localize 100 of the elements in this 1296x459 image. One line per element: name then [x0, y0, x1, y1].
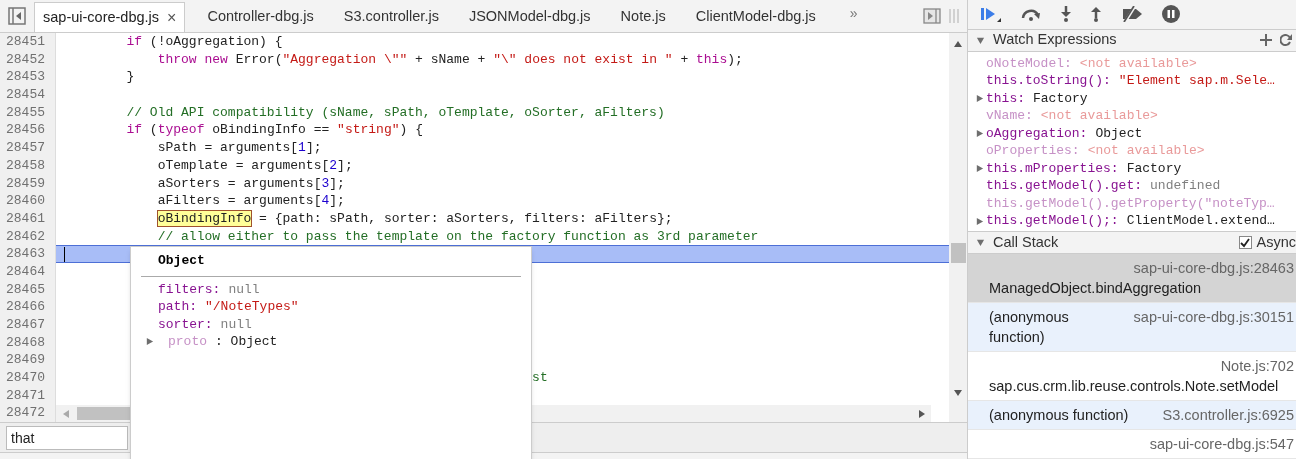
code-token: // allow either to pass the template on the factory function as 3rd parameter: [157, 228, 759, 244]
code-token: if: [126, 122, 143, 138]
code-token: "string": [337, 122, 400, 138]
watch-expression: oProperties:: [986, 142, 1080, 160]
code-token: aSorters = arguments[: [157, 175, 322, 191]
deactivate-breakpoints-icon[interactable]: [1120, 6, 1144, 23]
file-tab[interactable]: ClientModel-dbg.js: [687, 2, 824, 32]
scrollbar-thumb[interactable]: [950, 243, 966, 263]
expand-triangle-icon[interactable]: [975, 94, 984, 104]
property-value: null: [228, 280, 260, 298]
tab-overflow-button[interactable]: »: [849, 3, 858, 24]
code-token: "\" does not exist in ": [493, 51, 673, 67]
line-number: 28453: [5, 68, 46, 87]
call-frame[interactable]: (anonymous function) sap-ui-core-dbg.js:30151: [968, 303, 1296, 352]
step-over-icon[interactable]: [1020, 7, 1042, 22]
line-number: 28451: [5, 33, 46, 51]
refresh-icon[interactable]: [1280, 34, 1292, 47]
vertical-scrollbar[interactable]: [949, 33, 967, 422]
scroll-up-icon[interactable]: [954, 41, 962, 47]
code-token: sPath = arguments[: [157, 140, 299, 156]
call-frame[interactable]: sap-ui-core-dbg.js:28463 ManagedObject.bindAggregation: [968, 254, 1296, 303]
line-number: 28461: [5, 209, 46, 228]
line-number: 28470: [5, 369, 46, 387]
code-token: 1: [298, 140, 306, 156]
section-header[interactable]: Call Stack Async: [968, 232, 1296, 254]
resume-icon[interactable]: [980, 5, 1002, 24]
expand-triangle-icon[interactable]: [145, 337, 154, 347]
function-name: ManagedObject.bindAggregation: [989, 279, 1201, 298]
watch-expression: this.getModel();:: [986, 212, 1119, 230]
async-label: Async: [1256, 232, 1296, 252]
toggle-debugger-icon[interactable]: [923, 8, 941, 24]
function-name: (anonymous function): [989, 406, 1129, 425]
toggle-navigator-icon[interactable]: [8, 7, 26, 25]
code-token: 4: [321, 193, 330, 209]
watch-value: <not available>: [1079, 54, 1197, 73]
code-token: );: [727, 51, 743, 67]
code-token: aFilters = arguments[: [157, 193, 322, 209]
function-name: (anonymous function): [989, 308, 1070, 347]
expand-triangle-icon[interactable]: [975, 164, 984, 174]
property-name: filters:: [158, 280, 221, 298]
code-token: = {path: sPath, sorter: aSorters, filters: aFilters};: [259, 210, 673, 226]
line-number: 28455: [5, 103, 46, 122]
line-number: 28457: [5, 139, 46, 157]
file-tab[interactable]: JSONModel-dbg.js: [460, 2, 599, 32]
code-token: +: [680, 51, 690, 67]
line-number: 28462: [5, 227, 46, 246]
line-number: 28456: [5, 121, 46, 140]
call-frame[interactable]: (anonymous function) S3.controller.js:6925: [968, 401, 1296, 430]
watch-value: Factory: [1033, 89, 1088, 108]
step-out-icon[interactable]: [1090, 6, 1102, 23]
code-token: oBindingInfo ==: [212, 122, 331, 138]
function-name: sap.cus.crm.lib.reuse.controls.Note.setModel: [989, 377, 1279, 396]
line-number: 28452: [5, 50, 46, 69]
code-token: if: [126, 34, 143, 49]
expand-triangle-icon[interactable]: [975, 216, 984, 226]
code-token: oTemplate = arguments[: [157, 157, 330, 173]
code-token: ];: [337, 157, 353, 173]
line-number: 28465: [5, 280, 46, 299]
watch-expression: oAggregation:: [986, 124, 1088, 143]
code-token: oBindingInfo: [157, 210, 252, 226]
code-token: Error(: [235, 51, 283, 67]
close-tab-button[interactable]: ×: [167, 5, 177, 30]
code-token: "Aggregation \"": [282, 51, 408, 67]
async-checkbox[interactable]: [1238, 236, 1252, 249]
watch-value: "Element sap.m.Sele…: [1118, 72, 1275, 90]
code-token: st: [532, 370, 548, 386]
code-token: ];: [329, 193, 345, 209]
line-number: 28466: [5, 298, 46, 316]
code-token: }: [126, 69, 135, 85]
pause-icon[interactable]: [1162, 5, 1180, 24]
watch-value: <not available>: [1040, 107, 1158, 125]
property-value: : Object: [215, 333, 278, 351]
line-number: 28463: [5, 245, 46, 263]
line-number: 28460: [5, 192, 46, 210]
watch-expression: this.getModel().getProperty("noteTyp…: [986, 194, 1275, 213]
property-value: "/NoteTypes": [205, 298, 299, 316]
expand-triangle-icon[interactable]: [975, 129, 984, 139]
file-tab[interactable]: Note.js: [612, 2, 674, 32]
line-number: 28464: [5, 262, 46, 281]
scroll-down-icon[interactable]: [954, 390, 962, 396]
watch-expression: this.mProperties:: [986, 159, 1119, 178]
file-tab[interactable]: sap-ui-core-dbg.js ×: [34, 2, 186, 32]
search-field[interactable]: that: [6, 425, 128, 450]
code-token: (!oAggregation) {: [149, 34, 283, 49]
add-icon[interactable]: [1260, 34, 1272, 47]
line-number: 28467: [5, 316, 46, 334]
scroll-right-icon[interactable]: [919, 409, 925, 418]
code-token: 3: [321, 175, 330, 191]
watch-expression: this.getModel().get:: [986, 177, 1143, 195]
line-number: 28454: [5, 86, 46, 104]
section-header[interactable]: Watch Expressions: [968, 29, 1296, 52]
collapse-triangle-icon[interactable]: [976, 238, 985, 247]
source-location: sap-ui-core-dbg.js:547: [1149, 435, 1294, 454]
code-token: + sName +: [415, 51, 487, 67]
file-tab[interactable]: Controller-dbg.js: [199, 2, 322, 32]
watch-value: undefined: [1150, 177, 1221, 195]
collapse-triangle-icon[interactable]: [976, 35, 985, 45]
file-tab[interactable]: S3.controller.js: [335, 2, 447, 32]
step-into-icon[interactable]: [1060, 6, 1072, 23]
drag-handle-icon[interactable]: [949, 9, 959, 23]
